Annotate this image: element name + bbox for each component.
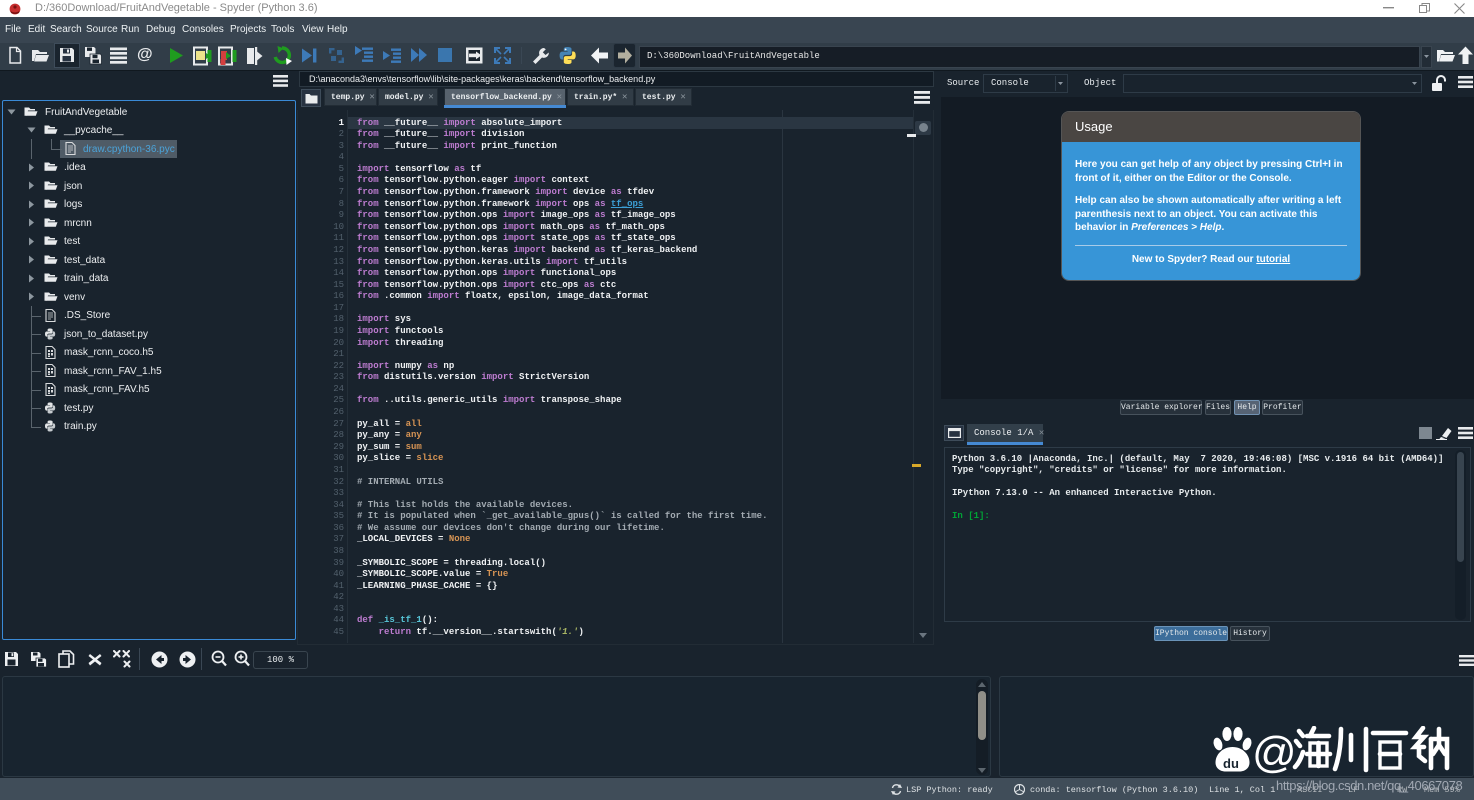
svg-text:du: du (1223, 756, 1239, 771)
svg-text:@: @ (1252, 728, 1297, 774)
